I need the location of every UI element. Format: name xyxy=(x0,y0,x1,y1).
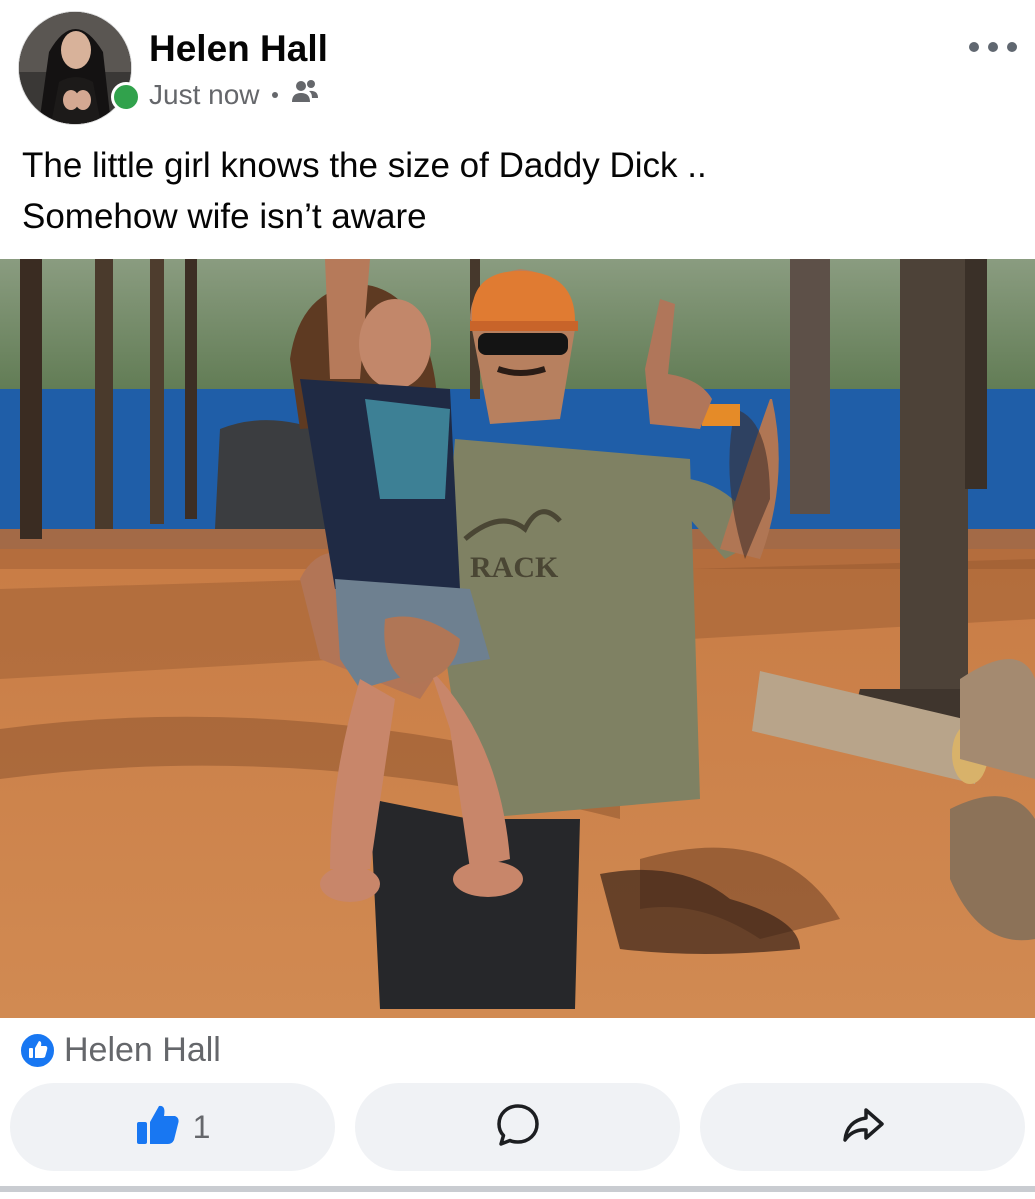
post-timestamp[interactable]: Just now xyxy=(149,79,260,111)
post-text-line: The little girl knows the size of Daddy … xyxy=(22,146,707,185)
post-photo[interactable]: RACK xyxy=(0,259,1035,1018)
comment-button[interactable] xyxy=(355,1083,680,1171)
thumbs-up-icon xyxy=(135,1102,181,1153)
post-header: Helen Hall Just now xyxy=(0,0,1035,130)
like-count: 1 xyxy=(192,1108,211,1145)
share-arrow-icon xyxy=(840,1102,886,1153)
author-name[interactable]: Helen Hall xyxy=(149,28,328,70)
reactions-summary[interactable]: Helen Hall xyxy=(19,1030,221,1070)
post-actions: 1 xyxy=(10,1083,1025,1171)
photo-illustration: RACK xyxy=(0,259,1035,1018)
post-divider xyxy=(0,1186,1035,1192)
facebook-post: Helen Hall Just now The little girl know… xyxy=(0,0,1035,1199)
like-button[interactable]: 1 xyxy=(10,1083,335,1171)
meta-separator xyxy=(271,92,278,98)
comment-bubble-icon xyxy=(495,1102,541,1153)
post-meta: Just now xyxy=(149,78,320,112)
friends-icon[interactable] xyxy=(290,78,320,113)
post-text: The little girl knows the size of Daddy … xyxy=(22,140,1012,242)
post-text-line: Somehow wife isn’t aware xyxy=(22,197,427,236)
more-horizontal-icon[interactable] xyxy=(969,32,1017,62)
share-button[interactable] xyxy=(700,1083,1025,1171)
like-reaction-icon xyxy=(19,1031,56,1069)
shirt-text: RACK xyxy=(470,551,559,584)
reactor-name: Helen Hall xyxy=(64,1031,221,1069)
online-status-dot xyxy=(111,82,141,112)
